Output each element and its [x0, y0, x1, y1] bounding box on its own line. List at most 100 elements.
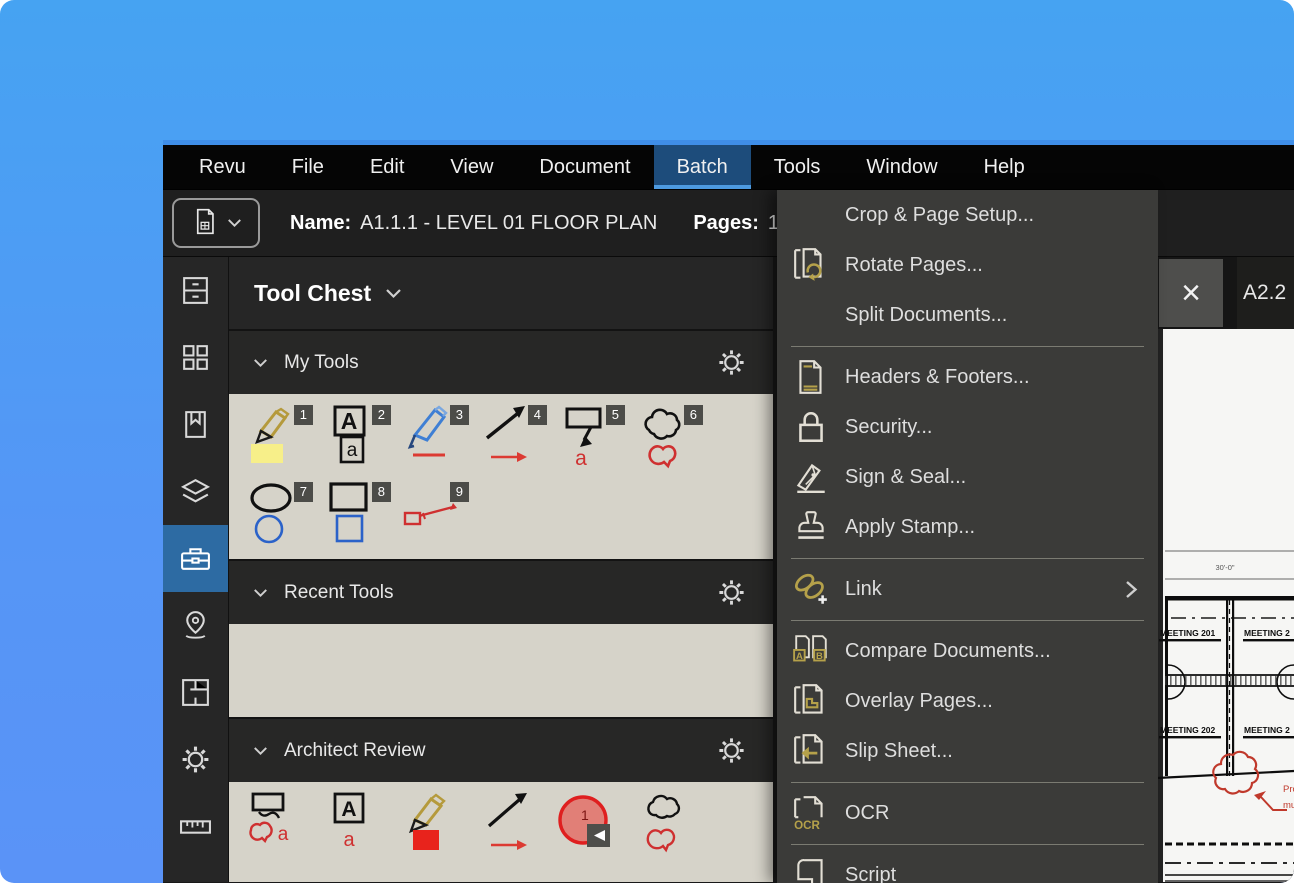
tool-shortcut-badge: 9	[450, 482, 469, 502]
gear-icon[interactable]	[716, 347, 747, 378]
room-label: MEETING 2	[1244, 725, 1290, 735]
menubar-item[interactable]: Help	[961, 145, 1048, 189]
batch-menu-item[interactable]: OCR OCR	[777, 788, 1158, 838]
location-pin-icon	[179, 609, 212, 642]
batch-menu-item[interactable]: Overlay Pages...	[777, 676, 1158, 726]
batch-menu-item[interactable]: Apply Stamp...	[777, 502, 1158, 552]
tool-shortcut-badge: 1	[294, 405, 313, 425]
section-header-recent-tools[interactable]: Recent Tools	[229, 559, 773, 624]
tool-chest-tool[interactable]: Aa 2	[323, 404, 393, 481]
tool-chest-tool[interactable]	[401, 790, 471, 880]
tool-chest-tool[interactable]: Aa	[323, 790, 393, 880]
batch-menu-item[interactable]: Sign & Seal...	[777, 452, 1158, 502]
batch-menu-item[interactable]: Security...	[777, 402, 1158, 452]
document-page-icon	[191, 208, 218, 238]
batch-menu-item-label: Script	[845, 864, 896, 883]
batch-menu-item-label: Crop & Page Setup...	[845, 204, 1034, 227]
menubar-item[interactable]: Document	[516, 145, 653, 189]
bookmark-icon	[179, 408, 212, 441]
batch-menu-item-label: Overlay Pages...	[845, 690, 993, 713]
sidebar-panel-button[interactable]	[163, 257, 228, 324]
menubar-item-label: Help	[984, 156, 1025, 179]
batch-menu-item[interactable]: Script	[777, 850, 1158, 883]
markup-note-text: Pro	[1283, 784, 1294, 795]
sidebar-panel-button[interactable]	[163, 659, 228, 726]
menubar-item[interactable]: Tools	[751, 145, 844, 189]
tool-chest-tool[interactable]	[479, 790, 549, 880]
apply-stamp-icon	[791, 505, 831, 549]
svg-text:a: a	[278, 824, 289, 845]
menu-bar: Revu File Edit View Document Batch Tools…	[163, 145, 1294, 190]
batch-menu-item[interactable]: Split Documents...	[777, 290, 1158, 340]
chevron-down-icon[interactable]	[385, 288, 402, 299]
batch-menu-item[interactable]: Slip Sheet...	[777, 726, 1158, 776]
batch-menu-item-label: OCR	[845, 802, 889, 825]
security-lock-icon	[791, 405, 831, 449]
menubar-item-label: Revu	[199, 156, 246, 179]
svg-text:OCR: OCR	[794, 819, 820, 832]
svg-text:a: a	[347, 440, 358, 461]
menubar-item[interactable]: Batch	[654, 145, 751, 189]
tool-chest-tool[interactable]: 4	[479, 404, 549, 481]
architect-review-grid: a Aa 1	[229, 782, 773, 882]
batch-menu-item[interactable]: AB Compare Documents...	[777, 626, 1158, 676]
tool-chest-tool[interactable]: 8	[323, 481, 393, 558]
sidebar-panel-button[interactable]	[163, 391, 228, 458]
gear-icon	[179, 743, 212, 776]
sidebar-panel-button[interactable]	[163, 793, 228, 860]
sidebar-panel-button[interactable]	[163, 525, 228, 592]
tool-chest-tool[interactable]: 6	[635, 404, 705, 481]
batch-menu-item-label: Slip Sheet...	[845, 740, 953, 763]
sidebar-panel-button[interactable]	[163, 592, 228, 659]
tool-chest-tool[interactable]	[635, 790, 705, 880]
sidebar-panel-button[interactable]	[163, 860, 228, 882]
batch-menu-item[interactable]: Link	[777, 564, 1158, 614]
tool-shortcut-badge: 2	[372, 405, 391, 425]
batch-menu-item-label: Headers & Footers...	[845, 366, 1030, 389]
menubar-item[interactable]: View	[427, 145, 516, 189]
tool-chest-tool[interactable]: 1	[557, 790, 627, 880]
gear-icon[interactable]	[716, 577, 747, 608]
dimension-text: 30'-0"	[1215, 563, 1234, 572]
menubar-item[interactable]: Window	[843, 145, 960, 189]
tool-chest-tool[interactable]: 9	[401, 481, 471, 558]
gear-icon[interactable]	[716, 735, 747, 766]
chevron-down-icon	[253, 588, 268, 598]
batch-menu-item[interactable]: Headers & Footers...	[777, 352, 1158, 402]
sidebar-panel-button[interactable]	[163, 324, 228, 391]
cloud-red-icon	[635, 790, 705, 856]
ruler-icon	[179, 810, 212, 843]
sidebar-panel-button[interactable]	[163, 726, 228, 793]
batch-dropdown-menu: Crop & Page Setup... Rotate Pages... Spl…	[777, 190, 1158, 883]
close-tab-button[interactable]: ×	[1159, 259, 1223, 327]
batch-menu-item-label: Apply Stamp...	[845, 516, 975, 539]
batch-menu-item[interactable]: Crop & Page Setup...	[777, 190, 1158, 240]
menubar-item[interactable]: Revu	[176, 145, 269, 189]
tool-chest-tool[interactable]: 1	[245, 404, 315, 481]
section-header-architect-review[interactable]: Architect Review	[229, 717, 773, 782]
markup-note-text: mul	[1283, 800, 1294, 811]
batch-menu-item[interactable]: Rotate Pages...	[777, 240, 1158, 290]
document-tab[interactable]: A2.2	[1237, 257, 1294, 329]
document-selector-button[interactable]	[172, 198, 260, 248]
compare-documents-icon: AB	[791, 629, 831, 673]
menubar-item[interactable]: File	[269, 145, 347, 189]
overlay-pages-icon	[791, 679, 831, 723]
tool-chest-tool[interactable]: 7	[245, 481, 315, 558]
revu-app-window: Revu File Edit View Document Batch Tools…	[163, 140, 1294, 883]
menubar-item[interactable]: Edit	[347, 145, 427, 189]
svg-text:A: A	[341, 798, 356, 821]
sidebar-panel-button[interactable]	[163, 458, 228, 525]
rotate-pages-icon	[791, 243, 831, 287]
svg-text:a: a	[575, 447, 587, 470]
tool-chest-tool[interactable]: a 5	[557, 404, 627, 481]
tool-shortcut-badge: 5	[606, 405, 625, 425]
tool-chest-tool[interactable]: 3	[401, 404, 471, 481]
floor-plan-page[interactable]: 30'-0" MEETING 201 MEETING 2	[1157, 329, 1294, 882]
batch-menu-item-label: Rotate Pages...	[845, 254, 983, 277]
stamp-number-label: 1	[581, 807, 589, 823]
my-tools-grid: 1 Aa 2 3 4 a 5 6 7 8 9	[229, 394, 773, 559]
chevron-down-icon	[253, 358, 268, 368]
tool-chest-tool[interactable]: a	[245, 790, 315, 880]
section-header-my-tools[interactable]: My Tools	[229, 329, 773, 394]
